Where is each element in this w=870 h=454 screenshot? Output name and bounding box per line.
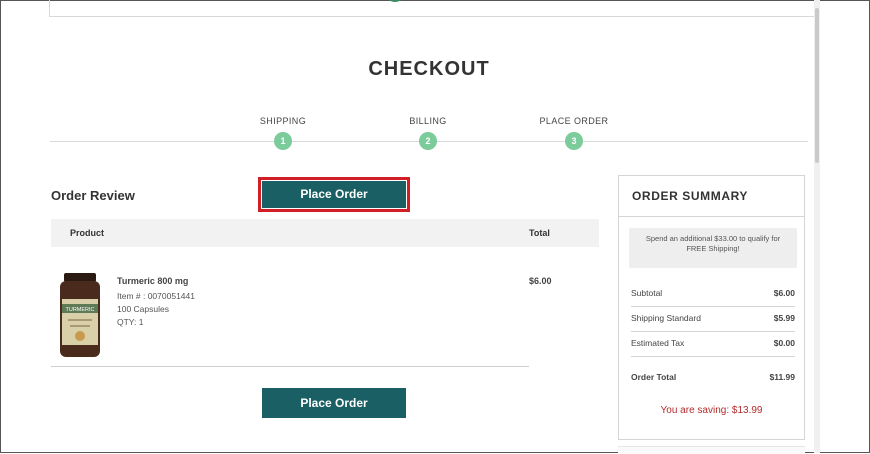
savings-text: You are saving: $13.99 [660,405,763,416]
product-price: $6.00 [529,276,552,286]
summary-label: Order Total [631,372,677,382]
summary-value: $0.00 [773,338,795,348]
step-shipping[interactable]: SHIPPING 1 [243,116,323,150]
step-number-badge: 1 [274,132,292,150]
summary-divider [619,216,804,217]
summary-label: Subtotal [631,288,663,298]
order-total-row: Order Total $11.99 [631,366,795,390]
shipping-row: Shipping Standard $5.99 [631,307,795,332]
product-column-header: Product [70,228,105,238]
header-divider [49,16,817,17]
order-summary-panel: ORDER SUMMARY Spend an additional $33.00… [618,175,805,440]
step-label: BILLING [409,116,447,126]
step-number-badge: 2 [419,132,437,150]
page-border-line [49,0,50,16]
product-item-number: Item # : 0070051441 [117,291,195,301]
summary-value: $11.99 [769,372,795,382]
place-order-button-bottom[interactable]: Place Order [262,388,406,418]
subtotal-row: Subtotal $6.00 [631,282,795,307]
free-shipping-notice: Spend an additional $33.00 to qualify fo… [629,228,797,268]
place-order-button-top[interactable]: Place Order [262,181,406,208]
order-summary-title: ORDER SUMMARY [632,189,749,203]
page-title: CHECKOUT [368,58,490,80]
summary-value: $5.99 [773,313,795,323]
summary-label: Shipping Standard [631,313,701,323]
row-divider [51,366,529,367]
step-label: SHIPPING [259,116,307,126]
step-place-order: PLACE ORDER 3 [534,116,614,150]
product-quantity: QTY: 1 [117,317,144,327]
summary-value: $6.00 [773,288,795,298]
total-column-header: Total [529,228,550,238]
step-billing[interactable]: BILLING 2 [388,116,468,150]
step-label: PLACE ORDER [539,116,609,126]
product-image-label: TURMERIC [65,307,94,313]
summary-label: Estimated Tax [631,338,685,348]
scrollbar-thumb[interactable] [815,8,819,163]
tax-row: Estimated Tax $0.00 [631,332,795,357]
product-size: 100 Capsules [117,304,169,314]
product-name[interactable]: Turmeric 800 mg [117,276,188,286]
order-review-heading: Order Review [51,188,135,203]
step-number-badge: 3 [565,132,583,150]
order-table-header: Product Total [51,219,599,247]
product-image[interactable]: TURMERIC [58,273,102,357]
